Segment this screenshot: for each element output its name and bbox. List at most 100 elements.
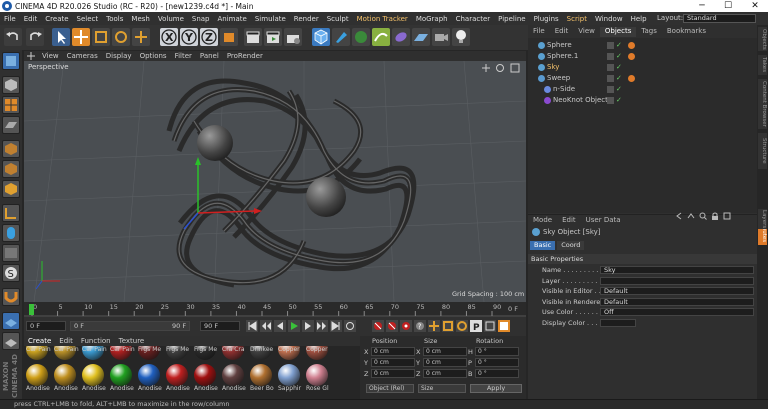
timeline[interactable]: 0 5 10 15 20 25 30 35 40 45 50 55 60 65 70 75 80 85 90 0 F [24,302,526,317]
size-field[interactable]: 0 cm [423,347,467,356]
live-selection-button[interactable] [52,28,70,46]
property-value[interactable]: Default [600,287,754,295]
material-ball[interactable] [110,364,132,386]
viewport-nav-icon[interactable] [26,52,36,60]
layer-toggle[interactable] [607,75,614,82]
subdivision-button[interactable] [352,28,370,46]
menu-plugins[interactable]: Plugins [530,15,563,23]
move-button[interactable] [72,28,90,46]
property-value[interactable]: Off [600,308,754,316]
material-menu-edit[interactable]: Edit [55,337,77,345]
property-value[interactable] [600,276,754,285]
rotate-button[interactable] [112,28,130,46]
floor-button[interactable] [412,28,430,46]
viewport[interactable]: Perspective Grid Spacing : 100 cm [24,61,526,302]
material-ball[interactable] [222,364,244,386]
object-row[interactable]: Sky ✓ [528,62,757,73]
tag-icon[interactable] [628,75,635,82]
coordinate-mode-dropdown[interactable]: Object (Rel) [366,384,414,393]
tag-icon[interactable] [628,42,635,49]
material-menu-create[interactable]: Create [24,337,55,345]
up-arrow-icon[interactable] [687,212,695,220]
material-ball[interactable] [82,364,104,386]
object-menu-edit[interactable]: Edit [550,27,574,37]
viewport-menu-panel[interactable]: Panel [196,52,223,60]
snap-button[interactable]: S [2,264,20,282]
rotation-field[interactable]: 0 ° [475,347,519,356]
timeline-ruler[interactable] [24,302,526,317]
z-axis-button[interactable]: Z [200,28,218,46]
enabled-check-icon[interactable]: ✓ [616,96,622,105]
parameter-key-icon[interactable]: P [470,320,482,332]
side-tab-objects[interactable]: Objects [758,27,767,51]
layer-toggle[interactable] [607,86,614,93]
pen-spline-button[interactable] [332,28,350,46]
maximize-button[interactable]: ☐ [715,0,741,12]
object-menu-view[interactable]: View [573,27,600,37]
new-window-icon[interactable] [723,212,731,220]
sphere-1-object[interactable] [306,177,346,217]
texture-mode-button[interactable] [2,96,20,114]
material-ball[interactable] [306,364,328,386]
object-menu-objects[interactable]: Objects [599,27,637,37]
enabled-check-icon[interactable]: ✓ [616,52,622,61]
search-icon[interactable] [699,212,707,220]
lock-icon[interactable] [711,212,719,220]
deformer-button[interactable] [392,28,410,46]
layer-toggle[interactable] [607,53,614,60]
position-key-icon[interactable] [428,320,440,332]
material-ball[interactable] [250,364,272,386]
light-button[interactable] [452,28,470,46]
position-field[interactable]: 0 cm [371,358,415,367]
point-level-key-icon[interactable] [484,320,496,332]
render-view-button[interactable] [244,28,262,46]
autokeying-icon[interactable] [386,320,398,332]
object-menu-file[interactable]: File [528,27,550,37]
menu-script[interactable]: Script [563,15,591,23]
tab-basic[interactable]: Basic [530,241,556,250]
material-ball[interactable] [26,364,48,386]
attribute-menu-user-data[interactable]: User Data [581,215,626,225]
material-ball[interactable] [138,364,160,386]
viewport-menu-filter[interactable]: Filter [171,52,196,60]
array-button[interactable] [372,28,390,46]
object-row[interactable]: Sphere.1 ✓ [528,51,757,62]
menu-mesh[interactable]: Mesh [127,15,153,23]
menu-select[interactable]: Select [73,15,103,23]
coordinate-system-button[interactable] [220,28,238,46]
property-value[interactable]: Default [600,297,754,306]
make-editable-button[interactable] [2,52,20,70]
viewport-menu-options[interactable]: Options [136,52,171,60]
enabled-check-icon[interactable]: ✓ [616,41,622,50]
lock-workplane-button[interactable] [2,288,20,306]
property-value[interactable]: Sky [600,266,754,274]
property-value[interactable] [600,318,636,327]
object-row[interactable]: Sphere ✓ [528,40,757,51]
menu-render[interactable]: Render [290,15,323,23]
render-settings-button[interactable] [284,28,302,46]
x-axis-button[interactable]: X [160,28,178,46]
end-frame-field[interactable]: 90 F [200,321,240,331]
side-tab-content-browser[interactable]: Content Browser [758,79,767,129]
next-frame-icon[interactable] [302,320,314,332]
rotation-field[interactable]: 0 ° [475,358,519,367]
menu-tools[interactable]: Tools [102,15,127,23]
viewport-menu-cameras[interactable]: Cameras [63,52,102,60]
menu-help[interactable]: Help [627,15,651,23]
layer-toggle[interactable] [607,42,614,49]
enabled-check-icon[interactable]: ✓ [616,85,622,94]
material-ball[interactable] [54,364,76,386]
scale-key-icon[interactable] [442,320,454,332]
menu-window[interactable]: Window [591,15,627,23]
material-menu-texture[interactable]: Texture [115,337,149,345]
size-field[interactable]: 0 cm [423,369,467,378]
menu-motion-tracker[interactable]: Motion Tracker [353,15,412,23]
basic-properties-section[interactable]: Basic Properties [528,254,757,264]
menu-sculpt[interactable]: Sculpt [323,15,353,23]
grid-button[interactable] [2,312,20,330]
camera-button[interactable] [432,28,450,46]
side-tab-takes[interactable]: Takes [758,55,767,75]
material-ball[interactable] [194,364,216,386]
timeline-playhead[interactable] [29,304,34,315]
start-frame-field[interactable]: 0 F [26,321,66,331]
